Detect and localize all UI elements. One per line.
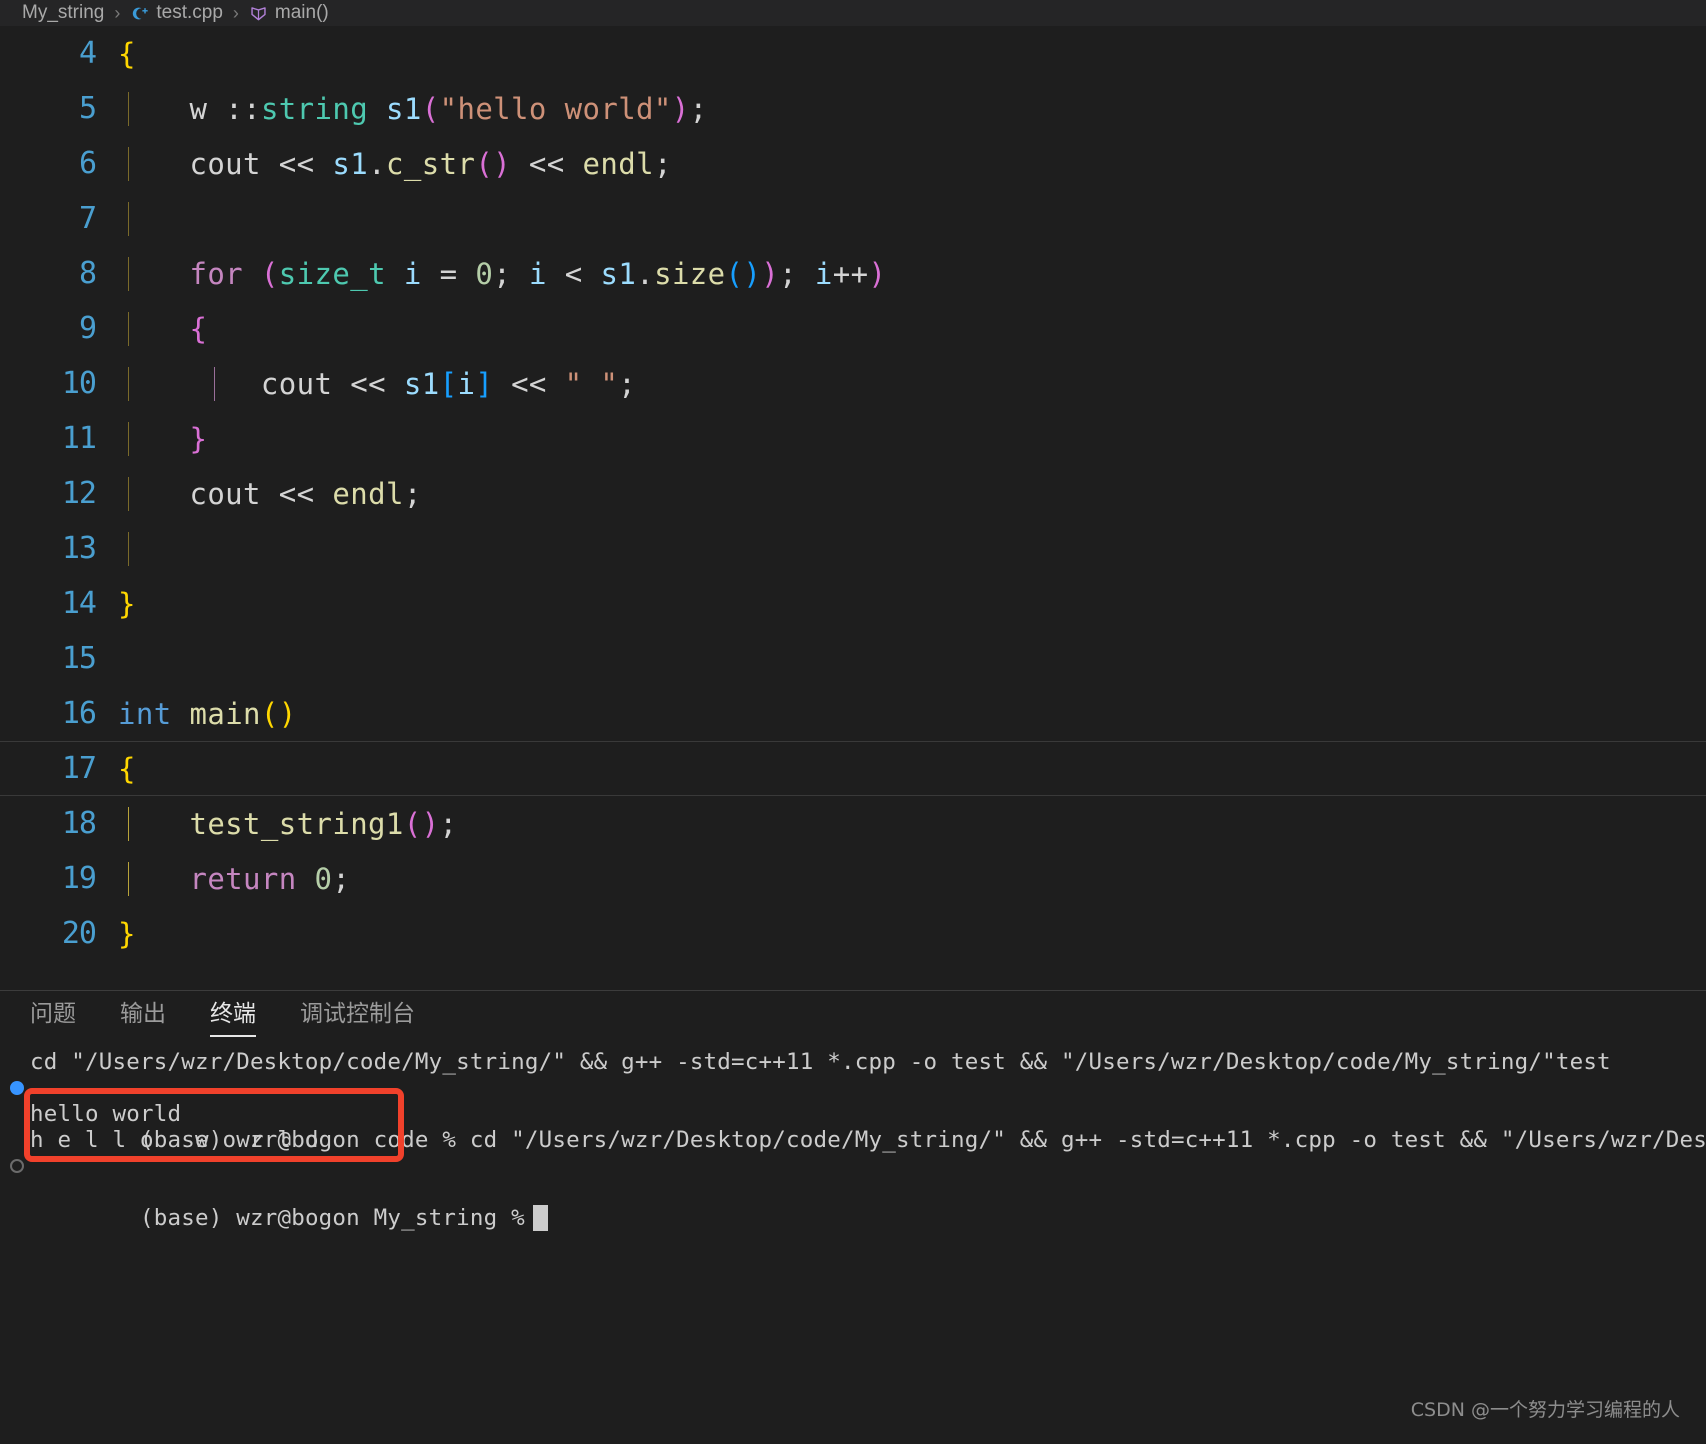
line-content: for (size_t i = 0; i < s1.size()); i++): [118, 257, 1706, 291]
terminal-line: cd "/Users/wzr/Desktop/code/My_string/" …: [0, 1049, 1706, 1075]
line-content: }: [118, 422, 1706, 456]
line-number: 8: [0, 256, 118, 291]
code-line[interactable]: 13: [0, 521, 1706, 576]
prompt-status-dot-icon: [10, 1159, 24, 1173]
line-number: 12: [0, 476, 118, 511]
line-number: 16: [0, 696, 118, 731]
breadcrumb-separator-icon-2: ›: [233, 3, 239, 24]
code-line[interactable]: 9 {: [0, 301, 1706, 356]
code-line[interactable]: 5 w ::string s1("hello world");: [0, 81, 1706, 136]
breadcrumb-symbol-label: main(): [275, 2, 329, 24]
line-content: cout << s1[i] << " ";: [118, 367, 1706, 401]
code-line[interactable]: 12 cout << endl;: [0, 466, 1706, 521]
terminal-cursor: [533, 1205, 548, 1231]
line-content: return 0;: [118, 862, 1706, 896]
line-content: [118, 202, 1706, 236]
line-content: cout << endl;: [118, 477, 1706, 511]
tab-terminal[interactable]: 终端: [210, 994, 256, 1037]
line-number: 5: [0, 91, 118, 126]
breadcrumb-file-label: test.cpp: [156, 2, 223, 24]
code-line[interactable]: 4 {: [0, 26, 1706, 81]
code-line[interactable]: 18 test_string1();: [0, 796, 1706, 851]
line-content: int main(): [118, 697, 1706, 731]
breadcrumb-item-symbol[interactable]: main(): [249, 2, 329, 24]
breadcrumb-item-file[interactable]: test.cpp: [130, 2, 223, 24]
line-content: {: [118, 312, 1706, 346]
code-line[interactable]: 7: [0, 191, 1706, 246]
vscode-window: My_string › test.cpp › main(): [0, 0, 1706, 1444]
code-editor[interactable]: 4 { 5 w ::string s1("hello world"); 6 co…: [0, 26, 1706, 990]
line-number: 9: [0, 311, 118, 346]
line-number: 14: [0, 586, 118, 621]
tab-problems[interactable]: 问题: [30, 994, 76, 1037]
breadcrumb-folder-label: My_string: [22, 2, 104, 24]
line-number: 15: [0, 641, 118, 676]
breadcrumb: My_string › test.cpp › main(): [0, 0, 1706, 26]
code-line[interactable]: 8 for (size_t i = 0; i < s1.size()); i++…: [0, 246, 1706, 301]
panel-tab-bar: 问题 输出 终端 调试控制台: [0, 991, 1706, 1037]
csdn-watermark: CSDN @一个努力学习编程的人: [1411, 1395, 1680, 1422]
line-number: 11: [0, 421, 118, 456]
code-line[interactable]: 15: [0, 631, 1706, 686]
bottom-panel: 问题 输出 终端 调试控制台 cd "/Users/wzr/Desktop/co…: [0, 990, 1706, 1444]
tab-debug-console[interactable]: 调试控制台: [300, 994, 415, 1037]
function-symbol-icon: [249, 4, 268, 23]
cpp-file-icon: [130, 4, 149, 23]
code-line[interactable]: 16 int main(): [0, 686, 1706, 741]
line-content: test_string1();: [118, 807, 1706, 841]
code-lines: 4 { 5 w ::string s1("hello world"); 6 co…: [0, 26, 1706, 961]
terminal-output[interactable]: cd "/Users/wzr/Desktop/code/My_string/" …: [0, 1037, 1706, 1239]
code-line[interactable]: 10 cout << s1[i] << " ";: [0, 356, 1706, 411]
tab-output[interactable]: 输出: [120, 994, 166, 1037]
line-content: [118, 532, 1706, 566]
line-content: {: [118, 752, 1706, 786]
breadcrumb-separator-icon: ›: [114, 3, 120, 24]
line-content: cout << s1.c_str() << endl;: [118, 147, 1706, 181]
line-number: 20: [0, 916, 118, 951]
line-content: [118, 642, 1706, 676]
code-line[interactable]: 6 cout << s1.c_str() << endl;: [0, 136, 1706, 191]
line-number: 18: [0, 806, 118, 841]
code-line[interactable]: 14 }: [0, 576, 1706, 631]
line-number: 13: [0, 531, 118, 566]
terminal-line-text: (base) wzr@bogon My_string %: [140, 1205, 525, 1231]
terminal-line-prompt: (base) wzr@bogon code % cd "/Users/wzr/D…: [0, 1075, 1706, 1101]
terminal-line-prompt-final: (base) wzr@bogon My_string %: [0, 1153, 1706, 1179]
line-number: 10: [0, 366, 118, 401]
terminal-line-output-1: hello world: [0, 1101, 1706, 1127]
command-status-dot-icon: [10, 1081, 24, 1095]
line-number: 6: [0, 146, 118, 181]
line-number: 17: [0, 751, 118, 786]
line-content: w ::string s1("hello world");: [118, 92, 1706, 126]
terminal-line-output-2: h e l l o w o r l d: [0, 1127, 1706, 1153]
line-content: }: [118, 587, 1706, 621]
code-line[interactable]: 20 }: [0, 906, 1706, 961]
breadcrumb-item-folder[interactable]: My_string: [22, 2, 104, 24]
line-content: {: [118, 37, 1706, 71]
code-line[interactable]: 19 return 0;: [0, 851, 1706, 906]
line-number: 7: [0, 201, 118, 236]
line-number: 4: [0, 36, 118, 71]
line-content: }: [118, 917, 1706, 951]
line-number: 19: [0, 861, 118, 896]
code-line[interactable]: 11 }: [0, 411, 1706, 466]
code-line-current[interactable]: 17 {: [0, 741, 1706, 796]
